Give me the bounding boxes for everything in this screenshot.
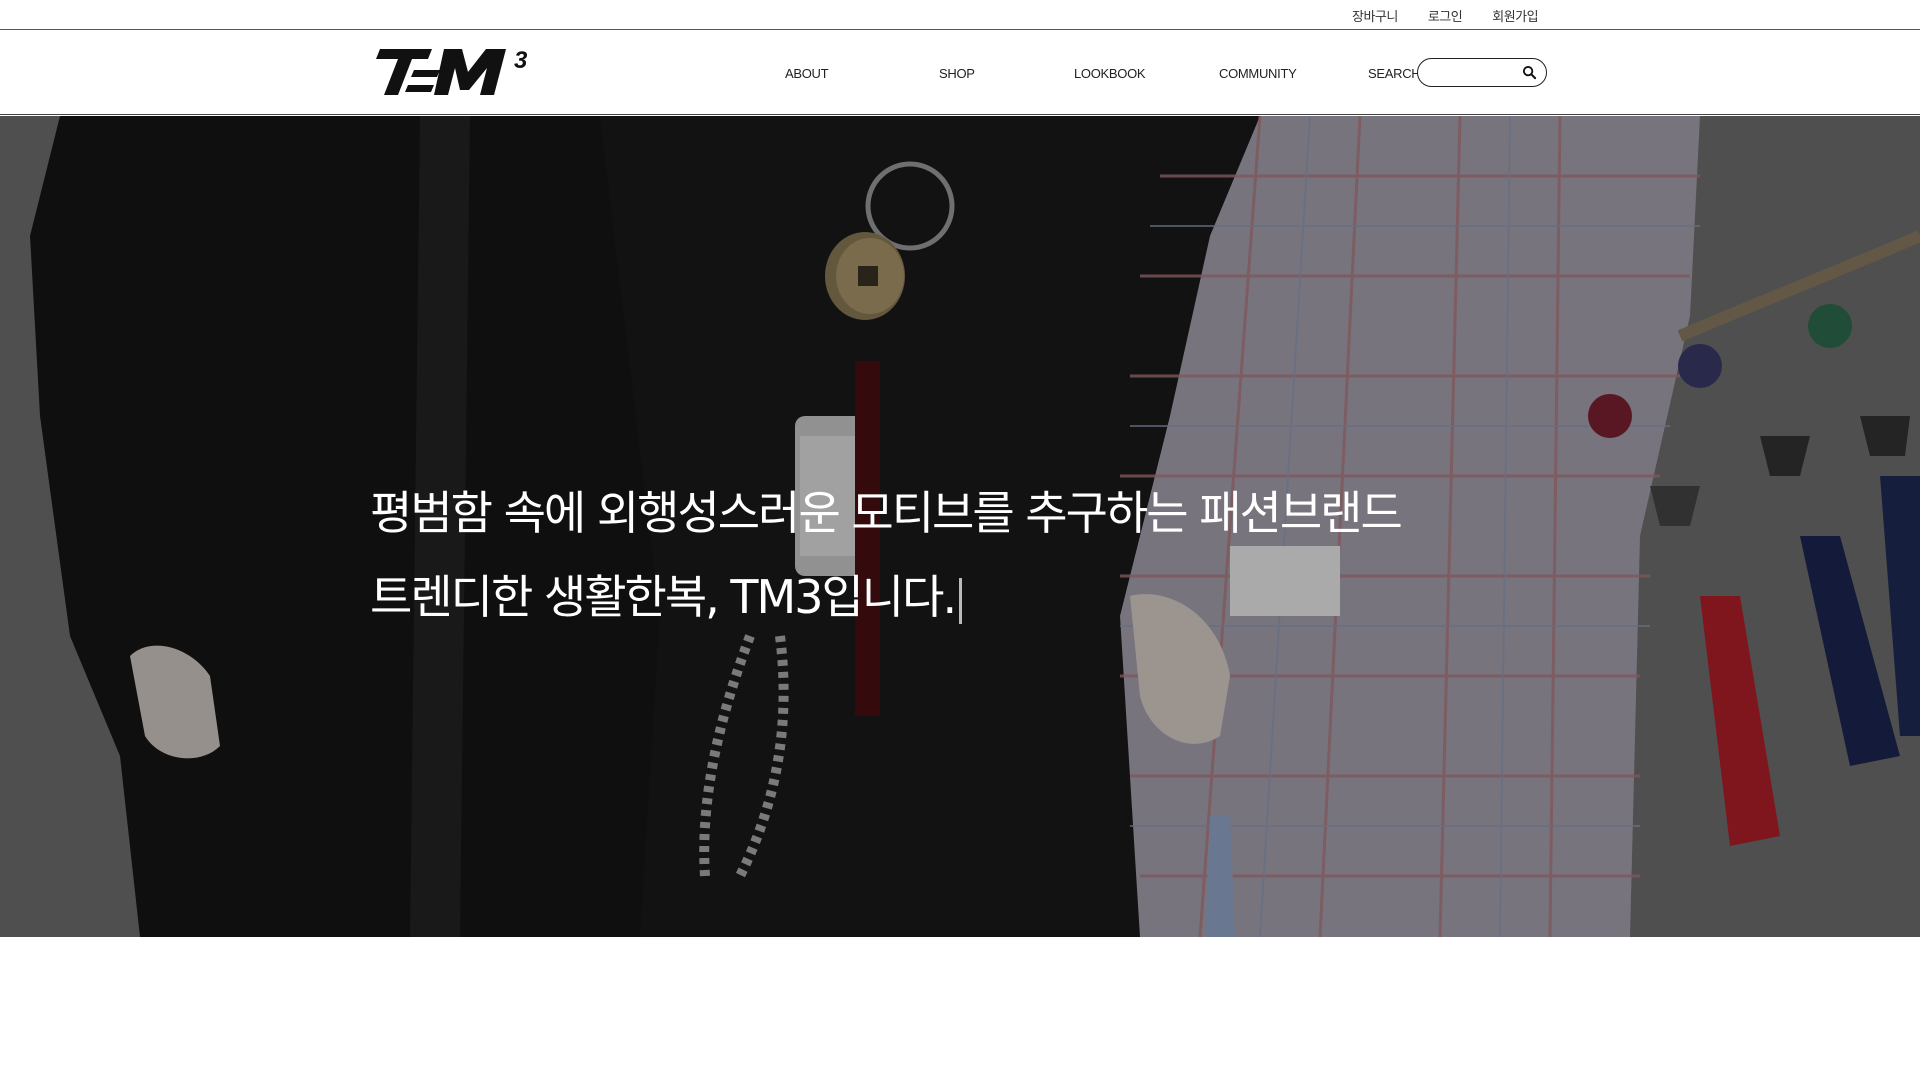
brand-logo-mark: 3 <box>376 47 528 95</box>
nav-shop[interactable]: SHOP <box>939 66 975 81</box>
hero-banner: 평범함 속에 외행성스러운 모티브를 추구하는 패션브랜드 트렌디한 생활한복,… <box>0 116 1920 937</box>
cart-link[interactable]: 장바구니 <box>1352 6 1398 25</box>
search-label: SEARCH <box>1368 66 1421 81</box>
search-icon[interactable] <box>1522 65 1537 80</box>
login-link[interactable]: 로그인 <box>1428 6 1463 25</box>
svg-text:3: 3 <box>514 47 528 74</box>
nav-community[interactable]: COMMUNITY <box>1219 66 1297 81</box>
hero-headline: 평범함 속에 외행성스러운 모티브를 추구하는 패션브랜드 트렌디한 생활한복,… <box>370 471 1403 639</box>
hero-line-2: 트렌디한 생활한복, TM3입니다. <box>370 570 957 624</box>
page-content-area <box>0 937 1920 1080</box>
brand-logo[interactable]: 3 <box>370 46 570 100</box>
nav-lookbook[interactable]: LOOKBOOK <box>1074 66 1146 81</box>
search-box <box>1417 58 1547 87</box>
nav-about[interactable]: ABOUT <box>785 66 829 81</box>
utility-bar: 장바구니 로그인 회원가입 <box>0 0 1920 30</box>
join-link[interactable]: 회원가입 <box>1492 6 1538 25</box>
hero-line-1: 평범함 속에 외행성스러운 모티브를 추구하는 패션브랜드 <box>370 486 1403 540</box>
search-input[interactable] <box>1428 63 1523 81</box>
utility-links: 장바구니 로그인 회원가입 <box>1352 6 1539 25</box>
site-header: 3 ABOUT SHOP LOOKBOOK COMMUNITY SEARCH <box>0 31 1920 115</box>
text-cursor <box>959 577 963 624</box>
